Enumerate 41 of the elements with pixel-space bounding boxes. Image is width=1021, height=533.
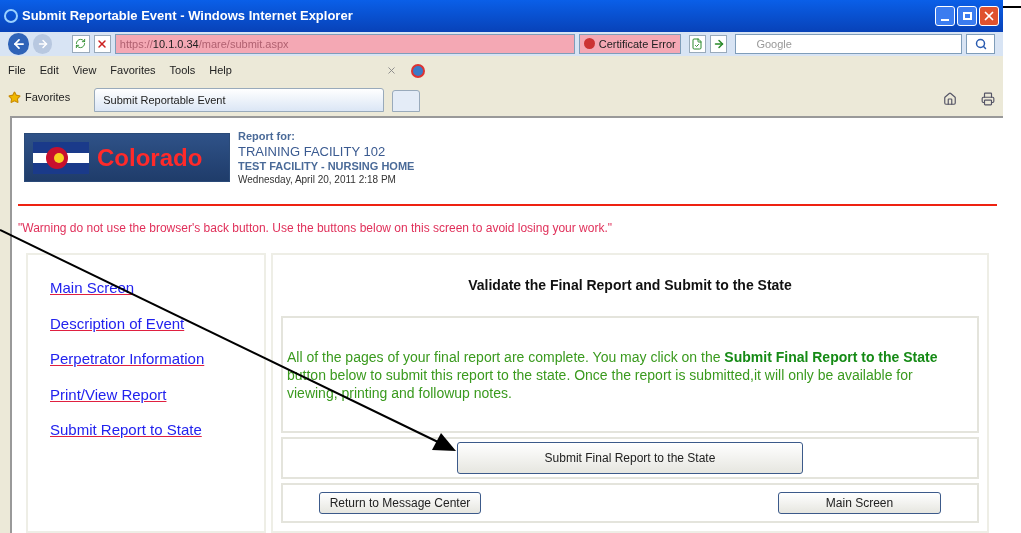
address-field[interactable]: https://10.1.0.34/mare/submit.aspx	[114, 33, 575, 54]
search-field[interactable]: Google	[735, 33, 963, 54]
nav-link[interactable]: Perpetrator Information	[50, 348, 205, 371]
return-button[interactable]: Return to Message Center	[319, 492, 481, 514]
home-icon[interactable]	[943, 91, 957, 106]
menu-item[interactable]: Edit	[39, 62, 59, 79]
menu-item[interactable]: Tools	[169, 62, 196, 79]
nav-link[interactable]: Description of Event	[50, 312, 185, 335]
certificate-error-button[interactable]: Certificate Error	[578, 33, 681, 54]
print-icon[interactable]	[981, 91, 995, 106]
browser-tab[interactable]: Submit Reportable Event	[94, 87, 385, 112]
go-icon[interactable]	[710, 34, 728, 53]
flag-icon	[33, 141, 89, 174]
window-title: Submit Reportable Event - Windows Internet Explorer	[22, 7, 353, 25]
restore-button[interactable]	[957, 5, 977, 26]
close-icon[interactable]	[385, 65, 397, 77]
favorites-button[interactable]: Favorites	[8, 89, 71, 106]
logo-text: Colorado	[97, 142, 203, 173]
stop-icon[interactable]	[93, 34, 111, 53]
minimize-button[interactable]	[935, 5, 955, 26]
submit-report-button[interactable]: Submit Final Report to the State	[457, 442, 803, 474]
close-button[interactable]	[979, 5, 999, 26]
back-icon[interactable]	[8, 32, 30, 55]
date-text: Wednesday, April 20, 2011 2:18 PM	[238, 173, 397, 186]
compatibility-icon[interactable]	[688, 34, 707, 53]
refresh-icon[interactable]	[72, 34, 90, 53]
search-button[interactable]	[966, 33, 995, 54]
main-heading: Validate the Final Report and Submit to the State	[468, 276, 792, 295]
nav-link[interactable]: Print/View Report	[50, 383, 167, 406]
menu-item[interactable]: View	[72, 62, 97, 79]
nav-link[interactable]: Submit Report to State	[50, 419, 202, 442]
main-screen-button[interactable]: Main Screen	[778, 492, 941, 514]
menu-item[interactable]: Favorites	[110, 62, 156, 79]
search-icon	[974, 37, 987, 50]
star-icon	[8, 91, 21, 104]
report-for-label: Report for:	[238, 129, 296, 144]
facility-name: TRAINING FACILITY 102	[238, 143, 387, 160]
menu-item[interactable]: Help	[209, 62, 232, 79]
warning-text: "Warning do not use the browser's back button. Use the buttons below on this screen to avoid losing your work."	[18, 220, 614, 237]
facility-type: TEST FACILITY - NURSING HOME	[238, 159, 415, 174]
menu-item[interactable]: File	[8, 62, 26, 79]
